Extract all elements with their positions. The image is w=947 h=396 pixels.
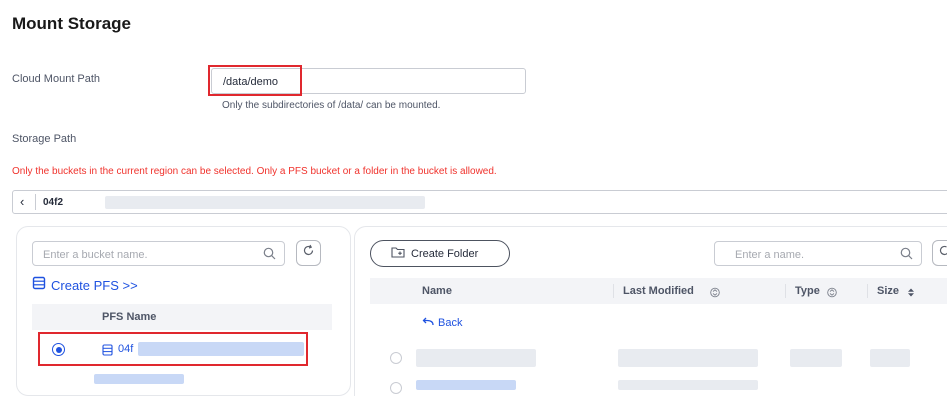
redacted-path <box>105 196 425 209</box>
storage-path-breadcrumb: ‹ 04f2 <box>12 190 947 214</box>
page-title: Mount Storage <box>12 14 131 33</box>
bucket-search-placeholder: Enter a bucket name. <box>43 249 148 261</box>
folder-radio[interactable] <box>390 352 402 364</box>
bucket-icon <box>32 276 46 295</box>
breadcrumb-bucket[interactable]: 04f2 <box>43 197 63 208</box>
redacted-last-modified <box>618 349 758 367</box>
redacted-last-modified <box>618 380 758 390</box>
folder-search-input[interactable]: Enter a name. <box>714 241 922 266</box>
redacted-row <box>94 374 184 384</box>
refresh-buckets-button[interactable] <box>296 240 321 266</box>
divider <box>35 194 36 210</box>
table-row[interactable] <box>370 343 947 373</box>
bucket-table-header: PFS Name <box>32 304 332 330</box>
back-arrow-icon <box>422 314 434 332</box>
search-icon[interactable] <box>263 247 276 265</box>
back-link[interactable]: Back <box>422 314 462 332</box>
create-pfs-label: Create PFS >> <box>51 278 138 293</box>
back-chevron-icon[interactable]: ‹ <box>20 194 24 209</box>
cloud-mount-path-label: Cloud Mount Path <box>12 73 101 85</box>
column-divider <box>785 284 786 298</box>
bucket-search-input[interactable]: Enter a bucket name. <box>32 241 285 266</box>
folder-search-placeholder: Enter a name. <box>735 249 805 261</box>
sort-icon[interactable] <box>827 285 837 303</box>
sort-icon[interactable] <box>906 285 916 303</box>
storage-path-warning: Only the buckets in the current region c… <box>12 166 497 177</box>
pfs-name-header: PFS Name <box>102 311 157 323</box>
storage-path-label: Storage Path <box>12 133 77 145</box>
create-folder-button[interactable]: Create Folder <box>370 240 510 267</box>
last-modified-column-header[interactable]: Last Modified <box>623 285 694 297</box>
redacted-folder-name <box>416 349 536 367</box>
highlight-box <box>208 65 302 96</box>
folder-table-header: Name Last Modified Type Size <box>370 278 947 304</box>
refresh-folders-button[interactable] <box>932 240 947 266</box>
name-column-header: Name <box>422 285 452 297</box>
type-column-header[interactable]: Type <box>795 285 820 297</box>
cloud-mount-path-hint: Only the subdirectories of /data/ can be… <box>222 100 441 111</box>
redacted-size <box>870 349 910 367</box>
column-divider <box>867 284 868 298</box>
redacted-type <box>790 349 842 367</box>
highlight-box <box>38 332 308 366</box>
create-pfs-link[interactable]: Create PFS >> <box>32 276 138 295</box>
refresh-icon <box>938 244 947 262</box>
table-row[interactable] <box>370 376 947 394</box>
column-divider <box>613 284 614 298</box>
search-icon[interactable] <box>900 247 913 265</box>
redacted-folder-name <box>416 380 516 390</box>
sort-icon[interactable] <box>710 285 720 303</box>
back-label: Back <box>438 317 463 329</box>
create-folder-label: Create Folder <box>411 247 479 260</box>
size-column-header[interactable]: Size <box>877 285 899 297</box>
folder-plus-icon <box>391 245 405 263</box>
refresh-icon <box>302 244 315 262</box>
folder-radio[interactable] <box>390 382 402 394</box>
